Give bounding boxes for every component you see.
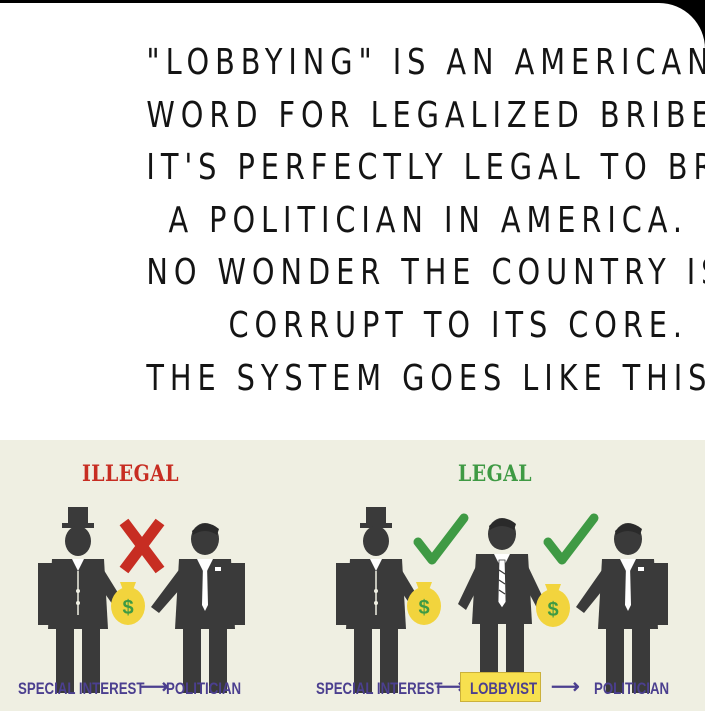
politician-figure [151,523,245,693]
arrow-icon: ⟶ [140,676,169,698]
quote-line: "LOBBYING" IS AN AMERICAN [146,42,705,83]
special-interest-caption: SPECIAL INTEREST [316,679,443,698]
quote-line: WORD FOR LEGALIZED BRIBERY. [146,94,705,136]
lobbyist-figure [458,518,546,688]
checkmark-icon [418,518,464,560]
quote-text: "LOBBYING" IS AN AMERICAN WORD FOR LEGAL… [11,37,705,405]
special-interest-caption: SPECIAL INTEREST [18,679,145,698]
illegal-scene [37,506,245,694]
quote-line: IT'S PERFECTLY LEGAL TO BRIBE [146,147,705,189]
x-mark-icon [119,518,165,574]
lobbying-illustration: $ [0,440,705,711]
lobbyist-caption: LOBBYIST [470,679,538,698]
quote-line: A POLITICIAN IN AMERICA. [168,199,689,241]
arrow-icon: ⟶ [551,676,580,698]
illegal-heading: ILLEGAL [82,461,180,487]
legal-heading: LEGAL [458,461,533,487]
legal-scene [335,506,668,694]
quote-line: THE SYSTEM GOES LIKE THIS: [146,357,705,399]
checkmark-icon [548,518,594,560]
money-bag-icon [111,582,145,625]
money-bag-icon [536,584,570,627]
politician-caption: POLITICIAN [166,679,242,698]
post-card: "LOBBYING" IS AN AMERICAN WORD FOR LEGAL… [0,3,705,711]
politician-figure [576,523,668,693]
politician-caption: POLITICIAN [594,679,670,698]
quote-line: CORRUPT TO ITS CORE. [228,304,688,346]
quote-line: NO WONDER THE COUNTRY IS [146,252,705,294]
